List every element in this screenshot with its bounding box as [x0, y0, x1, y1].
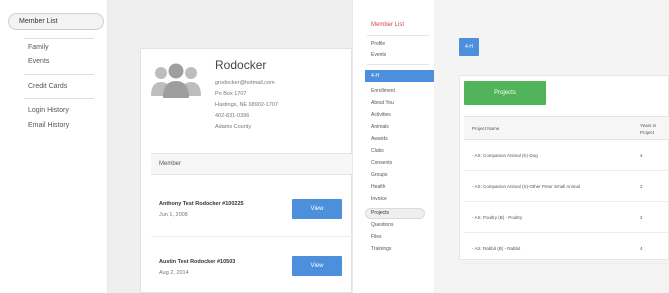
- nav-login-history[interactable]: Login History: [28, 107, 69, 114]
- nav-divider: [24, 38, 94, 39]
- right-main-area: 4-H Projects Project Name Years in Proje…: [434, 0, 669, 293]
- nav-animals[interactable]: Animals: [371, 124, 389, 130]
- profile-address1: Po Box 1707: [215, 91, 247, 97]
- table-row[interactable]: - AS: Companion Animal (S)-Other Petor S…: [464, 172, 669, 202]
- years-cell: 4: [640, 246, 643, 251]
- left-sidebar: Member List Family Events Credit Cards L…: [0, 0, 108, 293]
- member-date: Jun 1, 2008: [159, 212, 188, 218]
- project-name-cell: - AS: Rabbit (B) - Rabbit: [472, 246, 521, 251]
- view-button[interactable]: View: [292, 256, 342, 276]
- left-main-area: Rodocker grodocker@hotmail.com Po Box 17…: [108, 0, 353, 293]
- nav-divider: [24, 98, 94, 99]
- nav-consents[interactable]: Consents: [371, 160, 392, 166]
- project-name-cell: - AS: Companion Animal (S)-Other Petor S…: [472, 184, 581, 189]
- nav-divider: [367, 64, 429, 65]
- member-name: Austin Test Rodocker #10503: [159, 259, 236, 265]
- nav-trainings[interactable]: Trainings: [371, 246, 391, 252]
- project-name-cell: - AS: Poultry (B) - Poultry: [472, 215, 523, 220]
- projects-panel: Projects Project Name Years in Project -…: [459, 75, 669, 264]
- profile-phone: 402-831-0396: [215, 113, 250, 119]
- nav-groups[interactable]: Groups: [371, 172, 387, 178]
- nav-files[interactable]: Files: [371, 234, 382, 240]
- nav-email-history[interactable]: Email History: [28, 122, 69, 129]
- table-row[interactable]: - AS: Rabbit (B) - Rabbit 4: [464, 234, 669, 264]
- view-button[interactable]: View: [292, 199, 342, 219]
- member-section-header: Member: [151, 153, 353, 175]
- member-row: Anthony Test Rodocker #100225 Jun 1, 200…: [151, 175, 353, 237]
- nav-activities[interactable]: Activities: [371, 112, 391, 118]
- nav-invoice[interactable]: Invoice: [371, 196, 387, 202]
- right-sidebar: Member List Profile Events 4-H Enrollmen…: [352, 0, 435, 293]
- years-cell: 2: [640, 184, 643, 189]
- nav-awards[interactable]: Awards: [371, 136, 388, 142]
- member-card: Rodocker grodocker@hotmail.com Po Box 17…: [140, 48, 353, 293]
- member-date: Aug 2, 2014: [159, 270, 189, 276]
- profile-email: grodocker@hotmail.com: [215, 80, 275, 86]
- nav-health[interactable]: Health: [371, 184, 385, 190]
- table-row[interactable]: - AS: Companion Animal (K)-Dog 4: [464, 141, 669, 171]
- nav-events[interactable]: Events: [28, 58, 49, 65]
- nav-projects-selected[interactable]: Projects: [365, 208, 425, 219]
- member-name: Anthony Test Rodocker #100225: [159, 201, 244, 207]
- profile-county: Adams County: [215, 124, 252, 130]
- nav-member-list[interactable]: Member List: [371, 22, 404, 28]
- nav-4h-active[interactable]: 4-H: [365, 70, 435, 82]
- member-row: Austin Test Rodocker #10503 Aug 2, 2014 …: [151, 237, 353, 293]
- nav-profile[interactable]: Profile: [371, 41, 385, 47]
- nav-enrollment[interactable]: Enrollment: [371, 88, 395, 94]
- nav-about-you[interactable]: About You: [371, 100, 394, 106]
- nav-events[interactable]: Events: [371, 52, 386, 58]
- column-header-years[interactable]: Years in Project: [640, 122, 668, 136]
- nav-credit-cards[interactable]: Credit Cards: [28, 83, 67, 90]
- projects-button[interactable]: Projects: [464, 81, 546, 105]
- profile-name: Rodocker: [215, 58, 267, 72]
- project-name-cell: - AS: Companion Animal (K)-Dog: [472, 153, 538, 158]
- nav-divider: [24, 74, 94, 75]
- nav-questions[interactable]: Questions: [371, 222, 394, 228]
- projects-table-header: Project Name Years in Project: [464, 116, 669, 140]
- people-group-icon: [151, 62, 201, 98]
- nav-family[interactable]: Family: [28, 44, 49, 51]
- table-row[interactable]: - AS: Poultry (B) - Poultry 2: [464, 203, 669, 233]
- years-cell: 2: [640, 215, 643, 220]
- nav-member-list[interactable]: Member List: [8, 13, 104, 30]
- column-header-project[interactable]: Project Name: [472, 126, 499, 131]
- 4h-badge[interactable]: 4-H: [459, 38, 479, 56]
- profile-address2: Hastings, NE 68902-1707: [215, 102, 278, 108]
- years-cell: 4: [640, 153, 643, 158]
- nav-divider: [367, 35, 429, 36]
- nav-clubs[interactable]: Clubs: [371, 148, 384, 154]
